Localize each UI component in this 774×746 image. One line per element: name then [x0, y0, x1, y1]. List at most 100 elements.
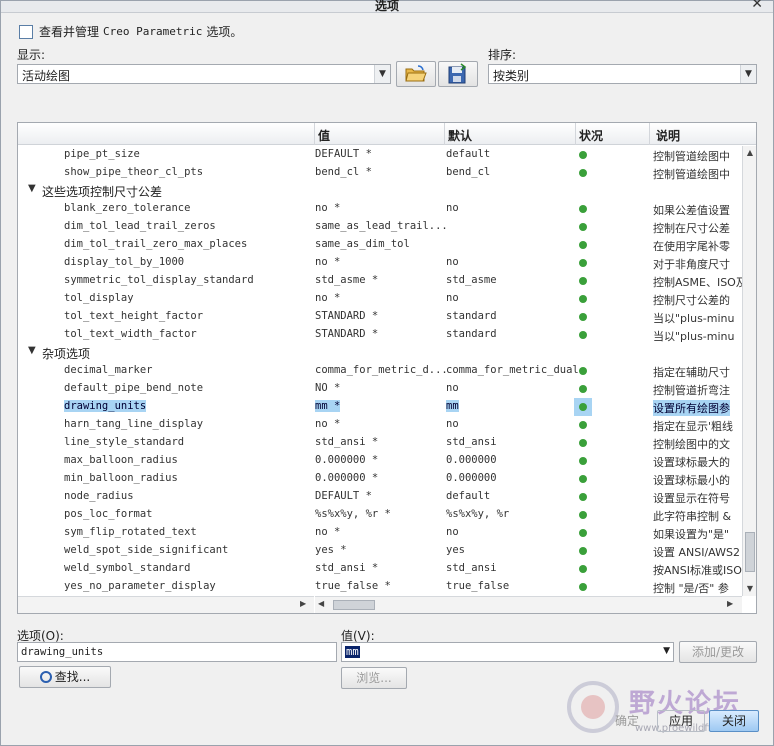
folder-open-icon	[405, 65, 427, 82]
table-row[interactable]: pos_loc_format %s%x%y, %r * %s%x%y, %r 此字符串…	[18, 506, 742, 524]
option-description: 设置球标最大的	[653, 456, 730, 469]
table-row[interactable]: max_balloon_radius 0.000000 * 0.000000 设置球标…	[18, 452, 742, 470]
horizontal-scroll-thumb[interactable]	[333, 600, 375, 610]
view-manage-checkbox-row[interactable]: 查看并管理 Creo Parametric 选项。	[19, 23, 242, 40]
chevron-down-icon[interactable]: ▼	[663, 646, 670, 656]
table-row[interactable]: drawing_units mm * mm 设置所有绘图参	[18, 398, 742, 416]
vertical-scrollbar[interactable]: ▲ ▼	[742, 146, 756, 596]
option-default: no	[446, 256, 459, 268]
display-select[interactable]: 活动绘图 ▼	[17, 64, 391, 84]
option-value: STANDARD *	[315, 328, 379, 340]
table-row[interactable]: decimal_marker comma_for_metric_d... comma…	[18, 362, 742, 380]
option-group[interactable]: ▼ 这些选项控制尺寸公差	[18, 182, 742, 200]
table-row[interactable]: weld_spot_side_significant yes * yes 设置 ANS…	[18, 542, 742, 560]
right-horizontal-scrollbar[interactable]: ◀ ▶	[315, 596, 742, 613]
table-row[interactable]: default_pipe_bend_note NO * no 控制管道折弯注	[18, 380, 742, 398]
option-default: default	[446, 490, 491, 502]
save-config-button[interactable]	[438, 61, 478, 87]
column-header-value[interactable]: 值	[318, 127, 330, 144]
option-value: no *	[315, 526, 341, 538]
table-row[interactable]: weld_symbol_standard std_ansi * std_ansi 按A…	[18, 560, 742, 578]
table-row[interactable]: harn_tang_line_display no * no 指定在显示'粗线	[18, 416, 742, 434]
table-row[interactable]: tol_display no * no 控制尺寸公差的	[18, 290, 742, 308]
browse-button[interactable]: 浏览...	[341, 667, 407, 689]
option-default: 0.000000	[446, 454, 497, 466]
option-group[interactable]: ▼ 杂项选项	[18, 344, 742, 362]
table-row[interactable]: yes_no_parameter_display true_false * true…	[18, 578, 742, 596]
sort-select[interactable]: 按类别 ▼	[488, 64, 757, 84]
checkbox-label-suffix: 选项。	[206, 25, 243, 39]
add-change-button[interactable]: 添加/更改	[679, 641, 757, 663]
option-name: yes_no_parameter_display	[64, 580, 216, 592]
status-ok-icon	[579, 205, 587, 213]
scroll-right-icon[interactable]: ▶	[727, 599, 733, 608]
sort-select-value: 按类别	[493, 69, 530, 83]
close-button[interactable]: 关闭	[709, 710, 759, 732]
status-ok-icon	[579, 259, 587, 267]
scroll-right-icon[interactable]: ▶	[300, 599, 306, 608]
option-group-label: 杂项选项	[42, 347, 91, 361]
option-default: standard	[446, 310, 497, 322]
option-value: %s%x%y, %r *	[315, 508, 391, 520]
table-row[interactable]: sym_flip_rotated_text no * no 如果设置为"是"	[18, 524, 742, 542]
find-button[interactable]: 查找...	[19, 666, 111, 688]
option-group-label: 这些选项控制尺寸公差	[42, 185, 163, 199]
table-row[interactable]: tol_text_width_factor STANDARD * standard 当…	[18, 326, 742, 344]
option-default: comma_for_metric_dual	[446, 364, 579, 376]
option-name: default_pipe_bend_note	[64, 382, 204, 394]
left-horizontal-scrollbar[interactable]: ▶	[18, 596, 314, 613]
column-header-default[interactable]: 默认	[448, 127, 472, 144]
apply-button[interactable]: 应用	[657, 710, 705, 732]
chevron-down-icon[interactable]: ▼	[374, 65, 390, 83]
table-row[interactable]: dim_tol_trail_zero_max_places same_as_dim…	[18, 236, 742, 254]
column-header-status[interactable]: 状况	[579, 127, 603, 144]
option-name: sym_flip_rotated_text	[64, 526, 197, 538]
table-row[interactable]: show_pipe_theor_cl_pts bend_cl * bend_cl 控制…	[18, 164, 742, 182]
value-select[interactable]: mm ▼	[341, 642, 674, 662]
display-select-value: 活动绘图	[22, 69, 71, 83]
table-row[interactable]: display_tol_by_1000 no * no 对于非角度尺寸	[18, 254, 742, 272]
status-ok-icon	[579, 367, 587, 375]
option-value: no *	[315, 256, 341, 268]
option-value: std_asme *	[315, 274, 379, 286]
vertical-scroll-thumb[interactable]	[745, 532, 755, 572]
option-description: 当以"plus-minu	[653, 330, 735, 343]
table-row[interactable]: dim_tol_lead_trail_zeros same_as_lead_tra…	[18, 218, 742, 236]
scroll-left-icon[interactable]: ◀	[318, 599, 324, 608]
table-row[interactable]: line_style_standard std_ansi * std_ansi 控制绘…	[18, 434, 742, 452]
table-row[interactable]: tol_text_height_factor STANDARD * standard…	[18, 308, 742, 326]
chevron-down-icon[interactable]: ▼	[28, 345, 36, 356]
table-row[interactable]: blank_zero_tolerance no * no 如果公差值设置	[18, 200, 742, 218]
chevron-down-icon[interactable]: ▼	[28, 183, 36, 194]
table-header: 值 默认 状况 说明	[18, 123, 756, 145]
title-bar: 选项 ✕	[1, 0, 773, 13]
status-ok-icon	[579, 511, 587, 519]
option-value: bend_cl *	[315, 166, 372, 178]
option-value: std_ansi *	[315, 562, 379, 574]
option-input[interactable]: drawing_units	[17, 642, 337, 662]
table-row[interactable]: node_radius DEFAULT * default 设置显示在符号	[18, 488, 742, 506]
save-icon	[448, 63, 467, 84]
open-config-button[interactable]	[396, 61, 436, 87]
option-default: mm	[446, 400, 459, 412]
status-ok-icon	[579, 241, 587, 249]
scroll-up-icon[interactable]: ▲	[743, 146, 756, 160]
option-name: pipe_pt_size	[64, 148, 140, 160]
chevron-down-icon[interactable]: ▼	[740, 65, 756, 83]
status-ok-icon	[579, 403, 587, 411]
option-default: std_ansi	[446, 562, 497, 574]
table-row[interactable]: pipe_pt_size DEFAULT * default 控制管道绘图中	[18, 146, 742, 164]
option-description: 指定在显示'粗线	[653, 420, 734, 433]
close-window-icon[interactable]: ✕	[751, 0, 763, 12]
ok-button[interactable]: 确定	[601, 710, 653, 732]
view-manage-checkbox[interactable]	[19, 24, 33, 39]
table-row[interactable]: symmetric_tol_display_standard std_asme *…	[18, 272, 742, 290]
option-value: same_as_lead_trail...	[315, 220, 448, 232]
option-default: std_ansi	[446, 436, 497, 448]
table-row[interactable]: min_balloon_radius 0.000000 * 0.000000 设置球标…	[18, 470, 742, 488]
column-header-description[interactable]: 说明	[656, 127, 680, 144]
option-default: std_asme	[446, 274, 497, 286]
option-description: 控制ASME、ISO及	[653, 276, 742, 289]
option-default: true_false	[446, 580, 510, 592]
scroll-down-icon[interactable]: ▼	[743, 582, 756, 596]
